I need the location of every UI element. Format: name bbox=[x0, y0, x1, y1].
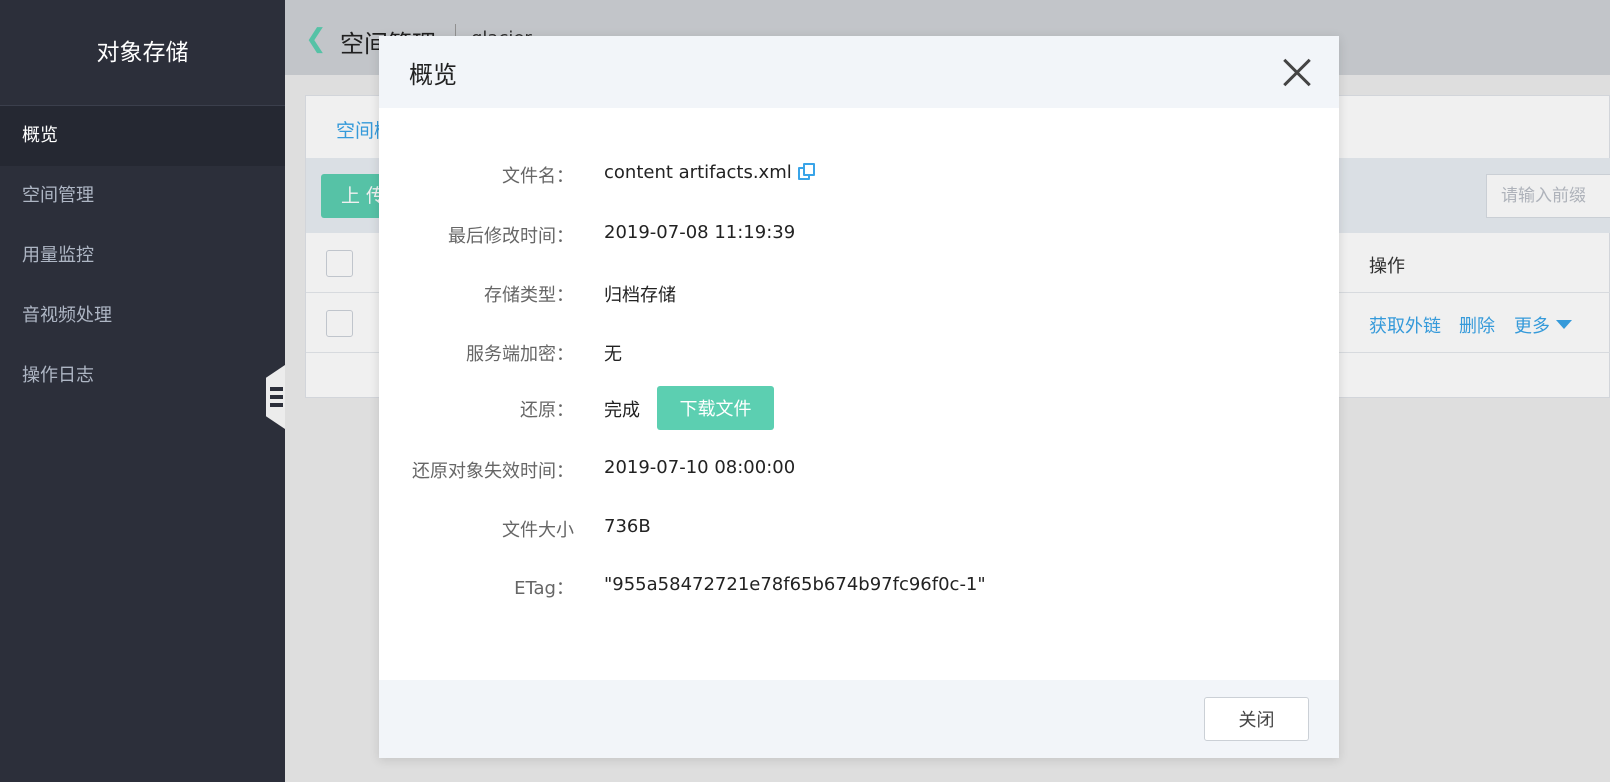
overview-dialog: 概览 文件名： content artifacts.xml 最后修改时间： 20… bbox=[379, 36, 1339, 758]
close-button[interactable]: 关闭 bbox=[1204, 697, 1309, 741]
close-icon[interactable] bbox=[1282, 57, 1312, 87]
etag-label: ETag： bbox=[514, 578, 574, 599]
copy-icon[interactable] bbox=[797, 163, 816, 181]
dialog-header: 概览 bbox=[379, 36, 1339, 108]
dialog-footer: 关闭 bbox=[379, 680, 1339, 758]
restore-expire-value: 2019-07-10 08:00:00 bbox=[604, 457, 796, 478]
etag-value: "955a58472721e78f65b674b97fc96f0c-1" bbox=[604, 574, 986, 595]
filename-value: content artifacts.xml bbox=[604, 162, 816, 183]
field-filename: 文件名： content artifacts.xml bbox=[379, 154, 1339, 194]
field-restore: 还原： 完成 下载文件 bbox=[379, 386, 1339, 430]
last-modified-value: 2019-07-08 11:19:39 bbox=[604, 222, 796, 243]
filename-label: 文件名： bbox=[502, 166, 574, 187]
field-file-size: 文件大小 736B bbox=[379, 508, 1339, 548]
file-size-label: 文件大小 bbox=[502, 520, 574, 541]
restore-status: 完成 bbox=[604, 400, 640, 421]
sidebar: 对象存储 概览 空间管理 用量监控 音视频处理 操作日志 bbox=[0, 0, 285, 782]
sidebar-item-bucket-management[interactable]: 空间管理 bbox=[0, 166, 285, 226]
sidebar-item-usage-monitor[interactable]: 用量监控 bbox=[0, 226, 285, 286]
dialog-title: 概览 bbox=[409, 61, 457, 89]
field-etag: ETag： "955a58472721e78f65b674b97fc96f0c-… bbox=[379, 566, 1339, 606]
field-storage-type: 存储类型： 归档存储 bbox=[379, 273, 1339, 313]
encryption-value: 无 bbox=[604, 344, 622, 365]
storage-type-label: 存储类型： bbox=[484, 285, 574, 306]
field-encryption: 服务端加密： 无 bbox=[379, 332, 1339, 372]
menu-icon bbox=[270, 387, 283, 407]
sidebar-item-operation-log[interactable]: 操作日志 bbox=[0, 346, 285, 406]
sidebar-item-media-processing[interactable]: 音视频处理 bbox=[0, 286, 285, 346]
restore-expire-label: 还原对象失效时间： bbox=[412, 461, 574, 482]
storage-type-value: 归档存储 bbox=[604, 285, 676, 306]
download-file-button[interactable]: 下载文件 bbox=[657, 386, 774, 430]
encryption-label: 服务端加密： bbox=[466, 344, 574, 365]
restore-label: 还原： bbox=[520, 400, 574, 421]
last-modified-label: 最后修改时间： bbox=[448, 226, 574, 247]
field-restore-expire: 还原对象失效时间： 2019-07-10 08:00:00 bbox=[379, 449, 1339, 489]
filename-text: content artifacts.xml bbox=[604, 162, 792, 183]
sidebar-title: 对象存储 bbox=[0, 0, 285, 106]
file-size-value: 736B bbox=[604, 516, 651, 537]
sidebar-item-overview[interactable]: 概览 bbox=[0, 106, 285, 166]
field-last-modified: 最后修改时间： 2019-07-08 11:19:39 bbox=[379, 214, 1339, 254]
